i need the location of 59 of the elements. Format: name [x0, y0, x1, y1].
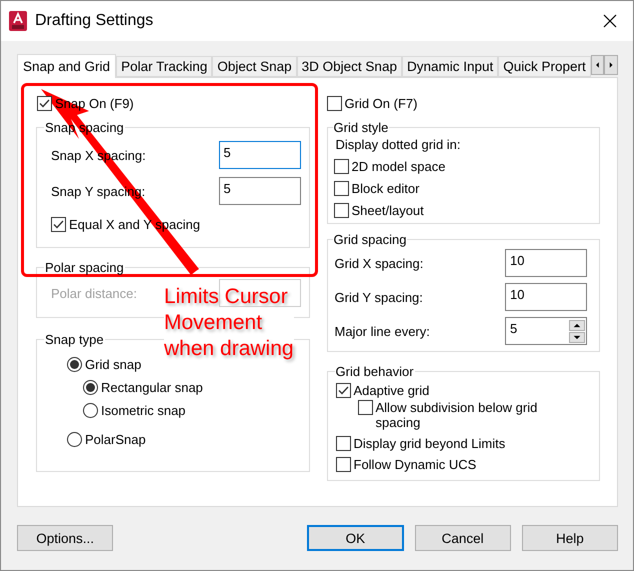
checkbox[interactable] — [336, 436, 350, 451]
group-title: Grid spacing — [332, 232, 408, 247]
tab[interactable]: Polar Tracking — [116, 56, 212, 77]
dialog-button[interactable]: OK — [307, 525, 404, 551]
radio-button[interactable] — [67, 357, 82, 372]
checkbox[interactable] — [358, 400, 372, 415]
field-label: Grid X spacing: — [334, 256, 424, 270]
spinner-field[interactable]: 5 — [505, 317, 587, 345]
dialog-button[interactable]: Help — [522, 525, 618, 551]
tab[interactable]: Dynamic Input — [402, 56, 498, 77]
checkbox[interactable] — [334, 203, 348, 218]
radio-label: Grid snap — [85, 357, 142, 372]
close-icon[interactable] — [603, 14, 617, 28]
group-title: Grid style — [332, 120, 390, 135]
dialog-button[interactable]: Cancel — [414, 525, 511, 551]
checkbox-label: Display grid beyond Limits — [354, 436, 506, 451]
input-field[interactable] — [218, 279, 300, 307]
group-title: Snap type — [44, 332, 105, 347]
input-field[interactable]: 10 — [505, 249, 587, 277]
group-title: Grid behavior — [334, 364, 415, 379]
scroll-left-icon[interactable] — [590, 55, 604, 75]
tab[interactable]: 3D Object Snap — [296, 56, 402, 77]
field-label: Grid Y spacing: — [334, 290, 423, 304]
input-field[interactable]: 10 — [505, 283, 587, 311]
checkbox-label: 2D model space — [352, 159, 446, 174]
group-caption: Display dotted grid in: — [334, 137, 462, 152]
checkbox-label: Sheet/layout — [352, 203, 424, 218]
input-field[interactable]: 5 — [218, 177, 300, 205]
group-title: Polar spacing — [44, 260, 125, 275]
checkbox-label: Follow Dynamic UCS — [354, 457, 476, 472]
checkbox[interactable] — [334, 181, 348, 196]
radio-label: Isometric snap — [101, 403, 186, 418]
field-label: Polar distance: — [51, 286, 137, 300]
checkbox-label: Allow subdivision below grid spacing — [376, 400, 538, 430]
checkbox-label: Grid On (F7) — [344, 96, 418, 111]
input-field[interactable]: 5 — [218, 141, 300, 169]
spin-down-icon[interactable] — [569, 332, 585, 342]
radio-button[interactable] — [67, 432, 82, 447]
window-title: Drafting Settings — [35, 12, 154, 30]
tab[interactable]: Quick Propert — [498, 56, 591, 77]
scroll-right-icon[interactable] — [604, 55, 618, 75]
checkbox[interactable] — [37, 96, 52, 111]
radio-label: Rectangular snap — [101, 380, 203, 395]
checkbox[interactable] — [326, 96, 342, 111]
dialog-button[interactable]: Options... — [17, 525, 114, 551]
tab[interactable]: Snap and Grid — [17, 54, 116, 78]
radio-button[interactable] — [83, 403, 98, 418]
checkbox-label: Block editor — [352, 181, 420, 196]
radio-label: PolarSnap — [85, 432, 146, 447]
checkbox[interactable] — [51, 217, 66, 232]
app-logo-icon — [9, 11, 27, 31]
field-label: Major line every: — [334, 324, 430, 338]
spin-up-icon[interactable] — [569, 320, 585, 330]
tab[interactable]: Object Snap — [212, 56, 297, 77]
checkbox[interactable] — [336, 457, 350, 472]
checkbox[interactable] — [334, 159, 348, 174]
checkbox[interactable] — [336, 383, 350, 398]
radio-button[interactable] — [83, 380, 98, 395]
checkbox-label: Adaptive grid — [354, 383, 430, 398]
